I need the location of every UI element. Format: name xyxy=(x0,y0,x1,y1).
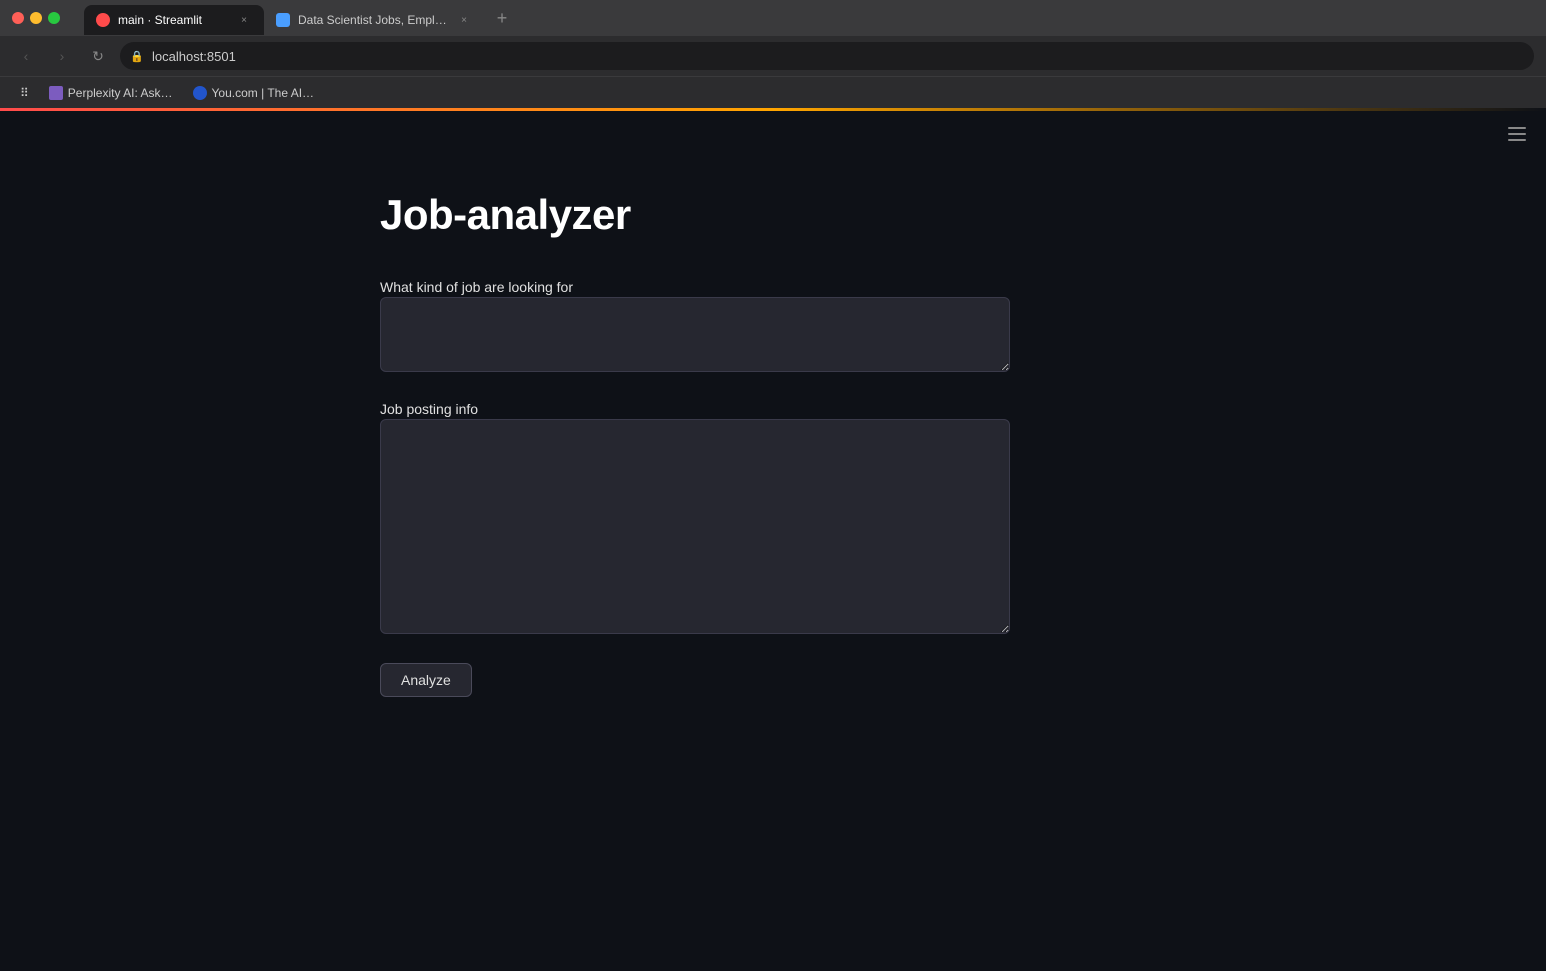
back-button[interactable]: ‹ xyxy=(12,42,40,70)
analyze-button[interactable]: Analyze xyxy=(380,663,472,697)
hamburger-menu-button[interactable] xyxy=(1504,123,1530,145)
job-type-field-group: What kind of job are looking for xyxy=(380,279,1010,377)
main-content: Job-analyzer What kind of job are lookin… xyxy=(0,111,1546,937)
job-posting-label: Job posting info xyxy=(380,401,478,417)
refresh-button[interactable]: ↻ xyxy=(84,42,112,70)
tab-close-streamlit[interactable]: × xyxy=(236,12,252,28)
job-posting-field-group: Job posting info xyxy=(380,401,1010,639)
tab-jobs[interactable]: Data Scientist Jobs, Employme… × xyxy=(264,5,484,35)
address-input[interactable] xyxy=(120,42,1534,70)
job-posting-input[interactable] xyxy=(380,419,1010,634)
address-bar-container: 🔒 xyxy=(120,42,1534,70)
tab-close-jobs[interactable]: × xyxy=(456,12,472,28)
bookmarks-bar: ⠿ Perplexity AI: Ask… You.com | The AI… xyxy=(0,76,1546,108)
tabs-bar: main · Streamlit × Data Scientist Jobs, … xyxy=(76,1,524,35)
tab-streamlit[interactable]: main · Streamlit × xyxy=(84,5,264,35)
perplexity-label: Perplexity AI: Ask… xyxy=(68,86,173,100)
perplexity-favicon xyxy=(49,86,63,100)
hamburger-line-2 xyxy=(1508,133,1526,135)
you-favicon xyxy=(193,86,207,100)
tab-title-streamlit: main · Streamlit xyxy=(118,13,228,27)
job-type-label: What kind of job are looking for xyxy=(380,279,573,295)
bookmark-you[interactable]: You.com | The AI… xyxy=(185,83,323,103)
apps-icon[interactable]: ⠿ xyxy=(12,83,37,103)
maximize-window-button[interactable] xyxy=(48,12,60,24)
address-bar-row: ‹ › ↻ 🔒 xyxy=(0,36,1546,76)
minimize-window-button[interactable] xyxy=(30,12,42,24)
traffic-lights xyxy=(12,12,60,24)
apps-grid-icon: ⠿ xyxy=(20,86,29,100)
tab-favicon-streamlit xyxy=(96,13,110,27)
app-container: Job-analyzer What kind of job are lookin… xyxy=(0,111,1546,937)
tab-favicon-jobs xyxy=(276,13,290,27)
hamburger-line-1 xyxy=(1508,127,1526,129)
new-tab-button[interactable]: + xyxy=(488,4,516,32)
forward-button[interactable]: › xyxy=(48,42,76,70)
job-type-input[interactable] xyxy=(380,297,1010,372)
form-section: What kind of job are looking for Job pos… xyxy=(380,279,1010,697)
hamburger-line-3 xyxy=(1508,139,1526,141)
title-bar: main · Streamlit × Data Scientist Jobs, … xyxy=(0,0,1546,36)
lock-icon: 🔒 xyxy=(130,50,144,63)
close-window-button[interactable] xyxy=(12,12,24,24)
bookmark-perplexity[interactable]: Perplexity AI: Ask… xyxy=(41,83,181,103)
you-label: You.com | The AI… xyxy=(212,86,315,100)
app-title: Job-analyzer xyxy=(380,191,631,239)
browser-chrome: main · Streamlit × Data Scientist Jobs, … xyxy=(0,0,1546,108)
tab-title-jobs: Data Scientist Jobs, Employme… xyxy=(298,13,448,27)
